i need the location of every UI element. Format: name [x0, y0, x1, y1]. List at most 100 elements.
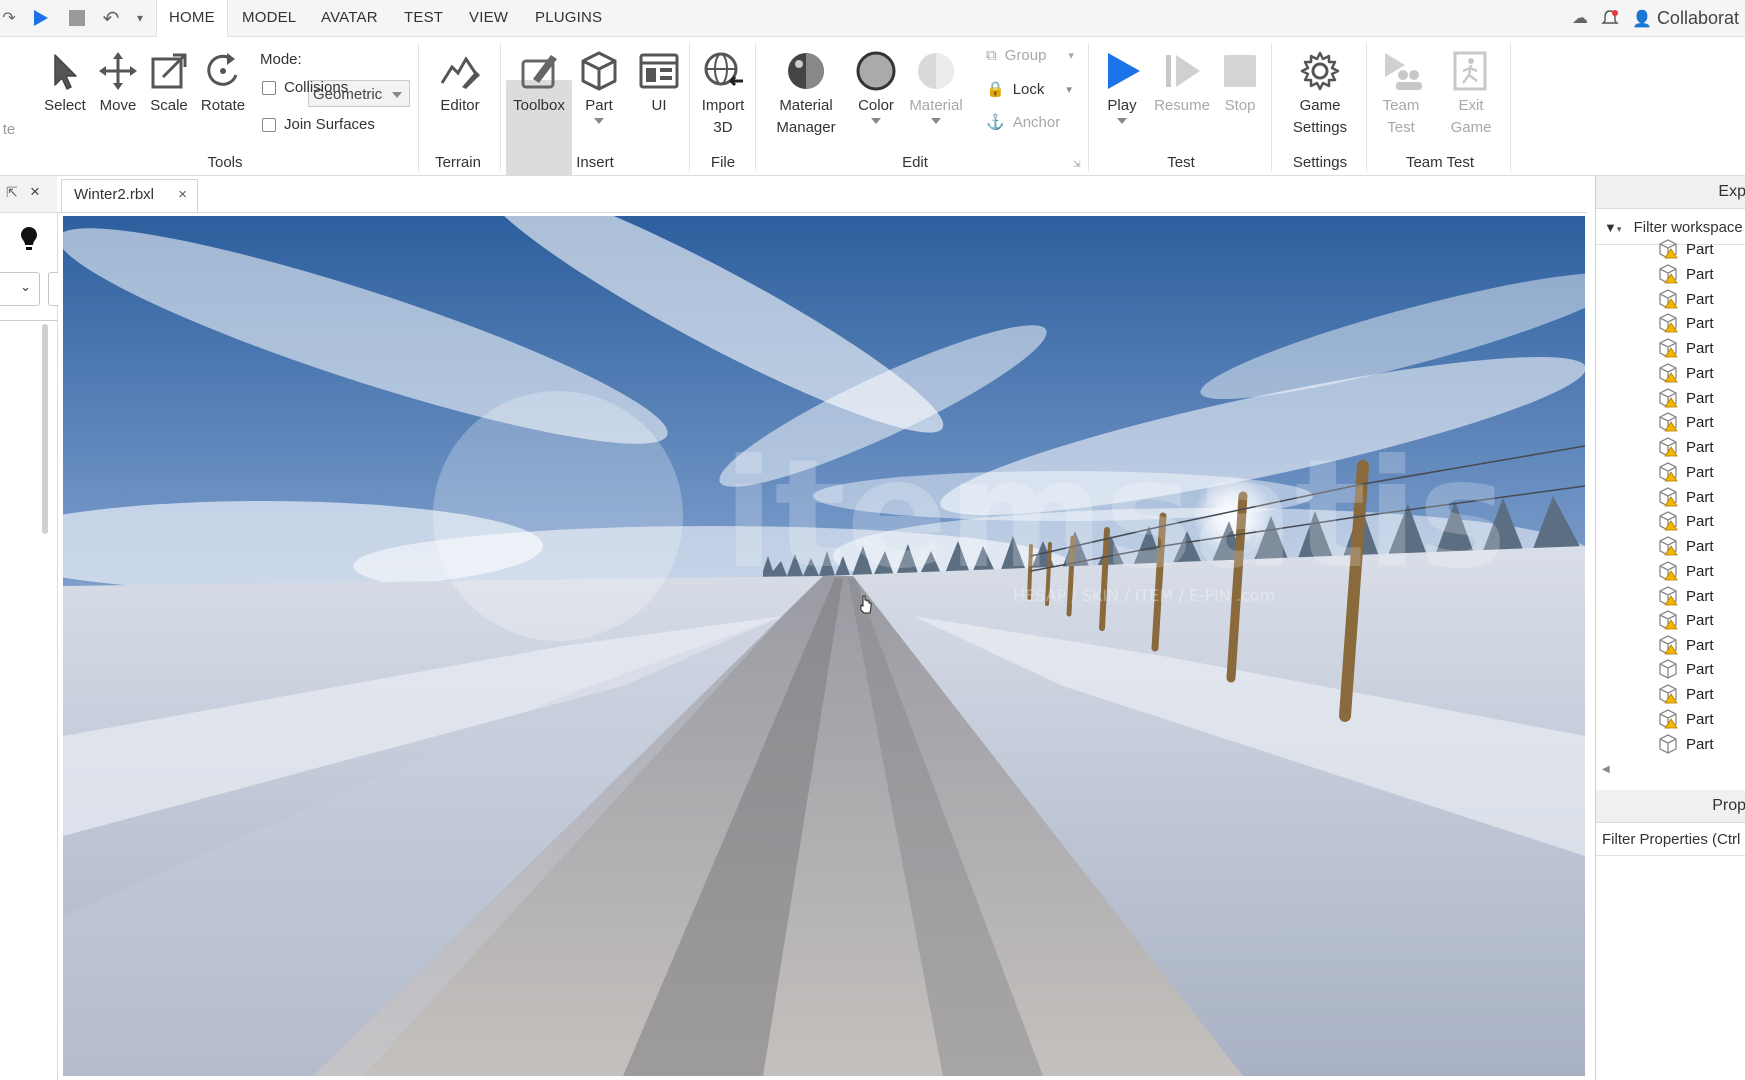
stop-button[interactable]: Stop — [1214, 49, 1266, 117]
left-dock-input-edge[interactable] — [48, 272, 58, 306]
collaborate-button[interactable]: 👤 Collaborat — [1632, 0, 1745, 36]
part-icon — [1659, 338, 1678, 358]
notification-bell-icon[interactable] — [1598, 6, 1622, 30]
edit-expand-icon[interactable]: ⇲ — [1073, 159, 1081, 170]
left-dock-dropdown[interactable]: ⌄ — [0, 272, 40, 306]
document-tab-title: Winter2.rbxl — [74, 186, 155, 203]
ribbon: te Select Move Scale Rotate Mode: Geomet… — [0, 37, 1745, 187]
tree-item-part[interactable]: Part — [1658, 436, 1714, 458]
resume-button[interactable]: Resume — [1150, 49, 1214, 117]
tab-plugins[interactable]: PLUGINS — [523, 0, 614, 36]
tab-model[interactable]: MODEL — [230, 0, 308, 36]
tree-item-label: Part — [1686, 364, 1714, 382]
ribbon-divider — [1088, 43, 1089, 171]
part-icon — [1659, 734, 1677, 754]
material-button[interactable]: Material — [904, 49, 968, 124]
tree-item-part[interactable]: Part — [1658, 708, 1714, 730]
properties-filter-input[interactable]: Filter Properties (Ctrl — [1596, 824, 1745, 856]
lock-button[interactable]: 🔒 Lock ▾ — [986, 80, 1072, 99]
play-button[interactable]: Play — [1096, 49, 1148, 124]
tree-item-label: Part — [1686, 660, 1714, 678]
move-button[interactable]: Move — [93, 49, 143, 117]
toolbox-label: Toolbox — [513, 97, 565, 114]
properties-title: Prop — [1712, 797, 1745, 814]
tab-test[interactable]: TEST — [392, 0, 455, 36]
toolbox-button[interactable]: Toolbox — [506, 49, 572, 117]
tree-item-part[interactable]: Part — [1658, 535, 1714, 557]
color-dropdown-icon[interactable] — [871, 118, 881, 124]
group-button[interactable]: ⧉ Group ▾ — [986, 47, 1074, 64]
tree-item-part[interactable]: Part — [1658, 683, 1714, 705]
lock-dropdown-icon[interactable]: ▾ — [1066, 83, 1072, 96]
tree-item-part[interactable]: Part — [1658, 560, 1714, 582]
tree-item-label: Part — [1686, 463, 1714, 481]
group-dropdown-icon[interactable]: ▾ — [1068, 49, 1074, 62]
tree-item-part[interactable]: Part — [1658, 634, 1714, 656]
file-group-label: File — [710, 154, 736, 171]
left-dock-panel: ⇱ × ⌄ — [0, 176, 58, 1080]
close-tab-icon[interactable]: × — [178, 180, 187, 210]
team-test-button[interactable]: Team Test — [1372, 49, 1430, 139]
tree-item-part[interactable]: Part — [1658, 362, 1714, 384]
tree-item-part[interactable]: Part — [1658, 486, 1714, 508]
tree-item-part[interactable]: Part — [1658, 387, 1714, 409]
tab-home[interactable]: HOME — [156, 0, 228, 37]
filter-dropdown-icon[interactable]: ▾ — [1617, 224, 1622, 234]
ui-button[interactable]: UI — [636, 49, 682, 117]
stop-quick-icon[interactable] — [66, 6, 88, 30]
document-tab[interactable]: Winter2.rbxl × — [61, 179, 198, 212]
3d-viewport[interactable]: itemsatis HESAP / SKIN / ITEM / E-PIN .c… — [63, 216, 1585, 1076]
exit-game-button[interactable]: Exit Game — [1442, 49, 1500, 139]
tree-item-label: Part — [1686, 339, 1714, 357]
anchor-button[interactable]: ⚓ Anchor — [986, 113, 1061, 132]
color-button[interactable]: Color — [850, 49, 902, 124]
material-manager-button[interactable]: Material Manager — [768, 49, 844, 139]
collisions-checkbox[interactable] — [262, 80, 276, 95]
join-surfaces-checkbox[interactable] — [262, 117, 276, 132]
undock-icon[interactable]: ⇱ — [6, 184, 18, 201]
anchor-label: Anchor — [1012, 113, 1061, 131]
tree-item-label: Part — [1686, 735, 1714, 753]
tree-item-part[interactable]: Part — [1658, 609, 1714, 631]
properties-filter-placeholder: Filter Properties (Ctrl — [1602, 831, 1741, 848]
scale-button[interactable]: Scale — [144, 49, 194, 117]
tree-item-part[interactable]: Part — [1658, 337, 1714, 359]
join-surfaces-toggle[interactable]: Join Surfaces — [262, 116, 375, 133]
quick-access-dropdown-icon[interactable]: ▾ — [132, 6, 148, 30]
play-quick-icon[interactable] — [28, 6, 52, 30]
explorer-title: Exp — [1718, 183, 1745, 200]
terrain-editor-button[interactable]: Editor — [430, 49, 490, 117]
redo-icon[interactable]: ↷ — [2, 6, 16, 30]
tree-item-part[interactable]: Part — [1658, 411, 1714, 433]
import-3d-button[interactable]: Import 3D — [694, 49, 752, 139]
collisions-toggle[interactable]: Collisions — [262, 79, 348, 96]
tab-avatar[interactable]: AVATAR — [309, 0, 390, 36]
lock-icon: 🔒 — [986, 81, 1005, 98]
tree-item-label: Part — [1686, 587, 1714, 605]
tree-item-part[interactable]: Part — [1658, 585, 1714, 607]
tree-item-part[interactable]: Part — [1658, 288, 1714, 310]
color-label: Color — [858, 97, 894, 114]
rotate-button[interactable]: Rotate — [197, 49, 249, 117]
tree-item-part[interactable]: Part — [1658, 510, 1714, 532]
explorer-scroll-left-icon[interactable]: ◀ — [1602, 764, 1610, 775]
select-button[interactable]: Select — [40, 49, 90, 117]
tree-item-part[interactable]: Part — [1658, 461, 1714, 483]
material-dropdown-icon[interactable] — [931, 118, 941, 124]
part-dropdown-icon[interactable] — [594, 118, 604, 124]
game-settings-label-line1: Game — [1299, 97, 1341, 114]
tree-item-part[interactable]: Part — [1658, 312, 1714, 334]
play-dropdown-icon[interactable] — [1117, 118, 1127, 124]
tree-item-part[interactable]: Part — [1658, 658, 1714, 680]
left-dock-scrollbar[interactable] — [42, 324, 48, 534]
game-settings-button[interactable]: Game Settings — [1284, 49, 1356, 139]
tree-item-part[interactable]: Part — [1658, 263, 1714, 285]
close-icon[interactable]: × — [30, 182, 40, 202]
lightbulb-icon[interactable] — [20, 226, 38, 257]
part-button[interactable]: Part — [572, 49, 626, 124]
tab-view[interactable]: VIEW — [457, 0, 520, 36]
cloud-icon[interactable]: ☁ — [1570, 6, 1590, 30]
tree-item-part[interactable]: Part — [1658, 238, 1714, 260]
tree-item-part[interactable]: Part — [1658, 733, 1714, 755]
undo-icon[interactable]: ↶ — [98, 6, 124, 30]
